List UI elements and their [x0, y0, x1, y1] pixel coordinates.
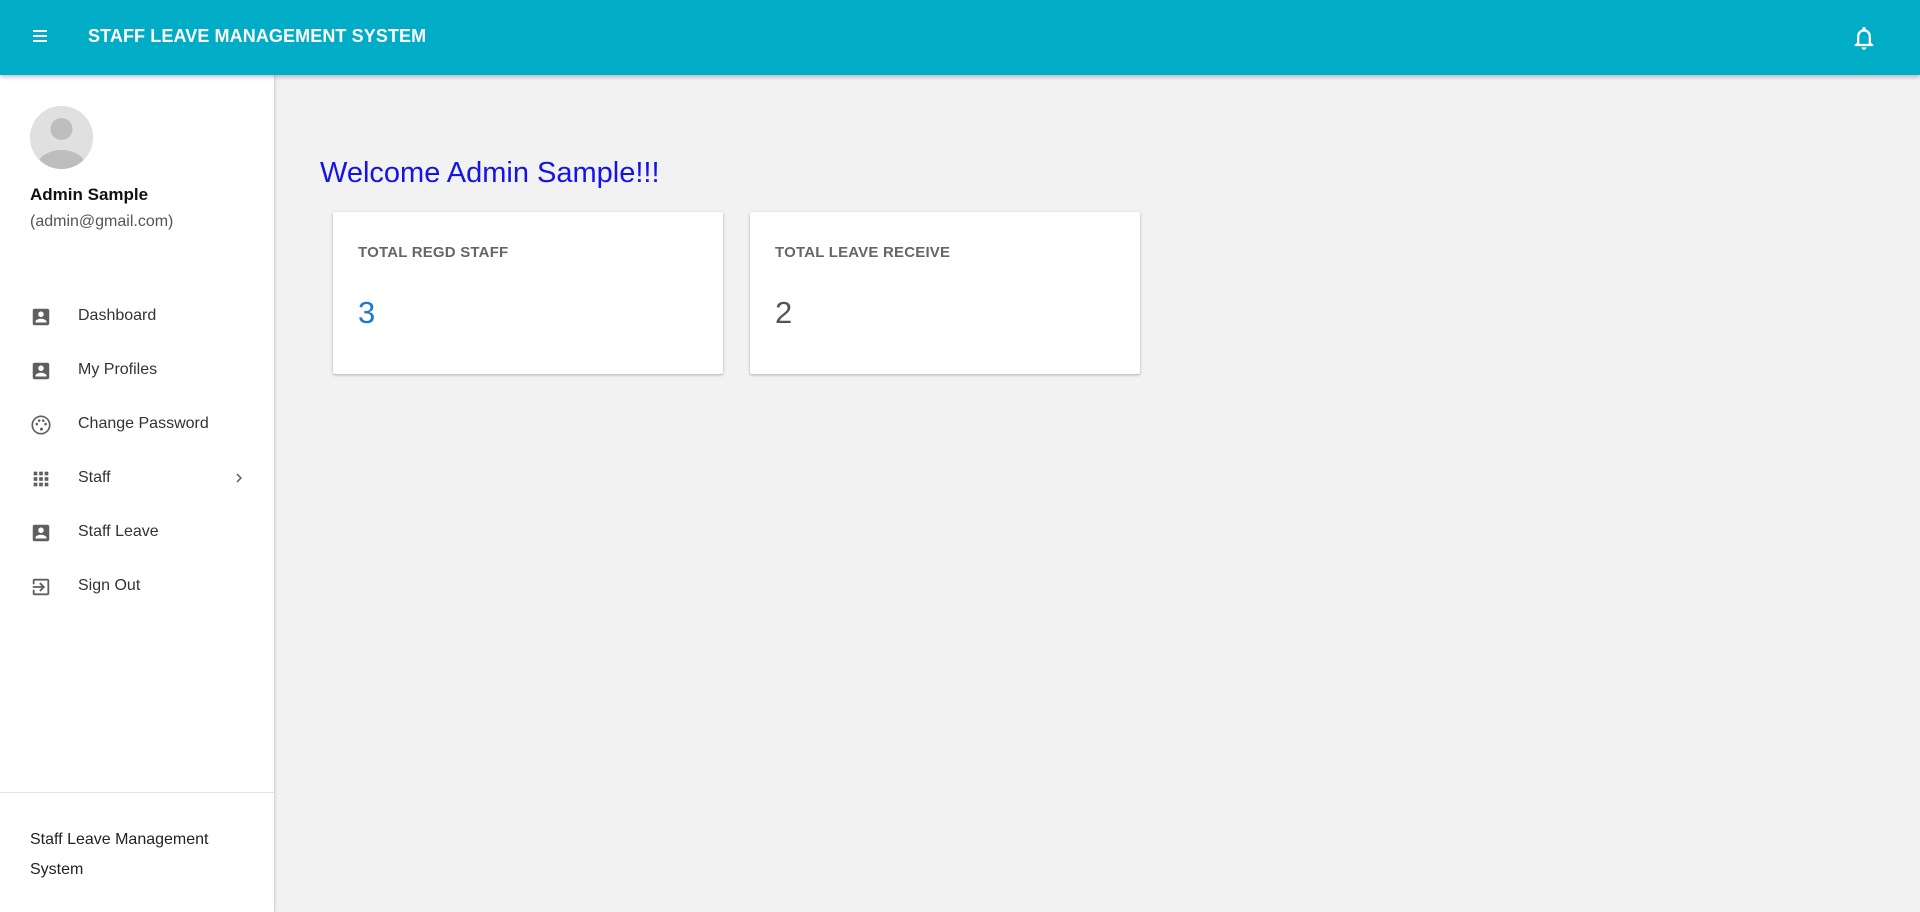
- account-box-icon: [30, 360, 52, 382]
- card-title: TOTAL REGD STAFF: [358, 244, 509, 261]
- exit-to-app-icon: [30, 576, 52, 598]
- card-value: 3: [358, 295, 376, 330]
- user-name: Admin Sample: [30, 185, 149, 204]
- card-title: TOTAL LEAVE RECEIVE: [775, 244, 951, 261]
- sidebar-item-label: Staff Leave: [78, 523, 159, 540]
- sidebar-item-staff[interactable]: Staff: [0, 451, 274, 505]
- stat-card-total-staff: TOTAL REGD STAFF 3: [333, 212, 723, 374]
- sidebar-item-label: Staff: [78, 469, 111, 486]
- sidebar-item-change-password[interactable]: Change Password: [0, 397, 274, 451]
- sidebar-item-my-profiles[interactable]: My Profiles: [0, 343, 274, 397]
- account-box-icon: [30, 522, 52, 544]
- top-app-bar: STAFF LEAVE MANAGEMENT SYSTEM: [0, 0, 1920, 75]
- hamburger-menu-icon[interactable]: [30, 28, 50, 48]
- sidebar-item-label: Sign Out: [78, 577, 141, 594]
- sidebar-item-label: Dashboard: [78, 307, 157, 324]
- sidebar-footer: Staff Leave Management System: [30, 831, 209, 878]
- sidebar-item-dashboard[interactable]: Dashboard: [0, 289, 274, 343]
- palette-icon: [30, 414, 52, 436]
- sidebar-divider: [0, 792, 274, 793]
- user-email: (admin@gmail.com): [30, 213, 174, 230]
- sidebar: Admin Sample (admin@gmail.com) Dashboard…: [0, 75, 275, 912]
- avatar: [30, 106, 93, 169]
- sidebar-item-label: My Profiles: [78, 361, 158, 378]
- stat-card-total-leave: TOTAL LEAVE RECEIVE 2: [750, 212, 1140, 374]
- welcome-heading: Welcome Admin Sample!!!: [320, 157, 660, 189]
- sidebar-item-staff-leave[interactable]: Staff Leave: [0, 505, 274, 559]
- bell-icon[interactable]: [1850, 24, 1878, 52]
- main-content: Welcome Admin Sample!!! TOTAL REGD STAFF…: [275, 75, 1920, 912]
- account-box-icon: [30, 306, 52, 328]
- chevron-right-icon[interactable]: [230, 469, 248, 487]
- sidebar-nav: Dashboard My Profiles Change Password St…: [0, 289, 274, 613]
- sidebar-item-sign-out[interactable]: Sign Out: [0, 559, 274, 613]
- sidebar-item-label: Change Password: [78, 415, 209, 432]
- apps-grid-icon: [30, 468, 52, 490]
- card-value: 2: [775, 295, 793, 330]
- app-title: STAFF LEAVE MANAGEMENT SYSTEM: [88, 26, 427, 46]
